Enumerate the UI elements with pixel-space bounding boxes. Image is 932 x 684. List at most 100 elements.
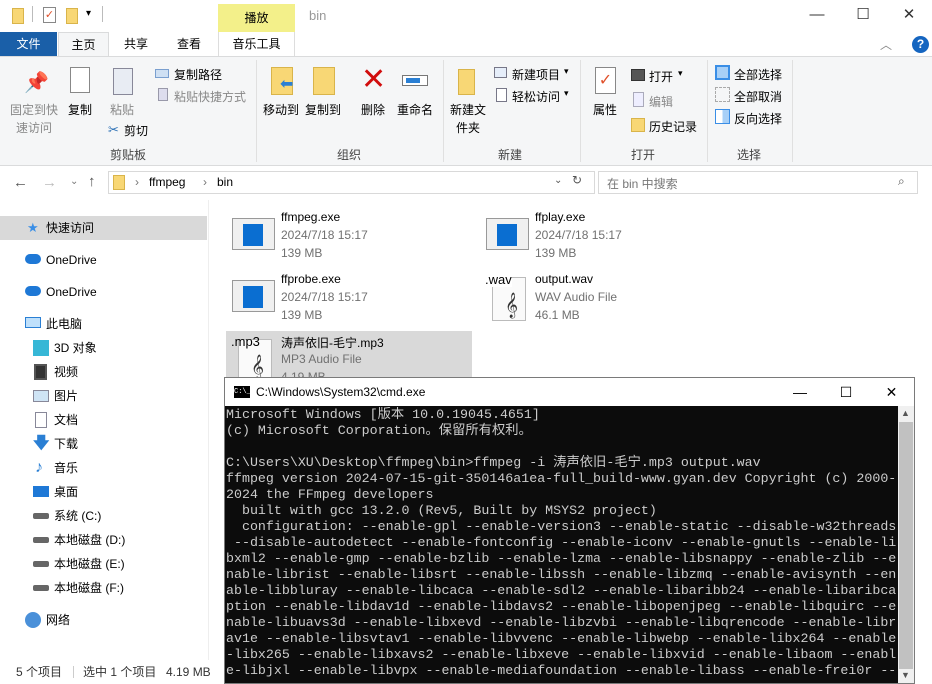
scrollbar-thumb[interactable]: [899, 422, 913, 669]
breadcrumb-bin[interactable]: bin: [217, 175, 233, 189]
console-line: (c) Microsoft Corporation。保留所有权利。: [226, 423, 898, 439]
cmd-maximize-button[interactable]: ☐: [823, 378, 869, 406]
pin-to-quick-access-button[interactable]: 固定到快速访问: [8, 101, 60, 137]
copy-button[interactable]: 复制: [68, 101, 92, 118]
file-item-ffplay[interactable]: ffplay.exe 2024/7/18 15:17 139 MB: [480, 207, 726, 267]
nav-desktop[interactable]: 桌面: [0, 480, 207, 504]
download-arrow-icon: 🡇: [33, 432, 49, 448]
new-item-button[interactable]: 新建项目: [512, 66, 560, 83]
delete-x-icon: ✕: [361, 62, 386, 97]
tab-music-tools[interactable]: 音乐工具: [218, 32, 295, 56]
search-icon: ⌕: [898, 174, 905, 189]
customize-toolbar-chevron-icon[interactable]: ▾: [86, 8, 91, 19]
up-button[interactable]: ↑: [88, 173, 96, 190]
close-button[interactable]: ✕: [886, 0, 932, 32]
open-button[interactable]: 打开: [649, 68, 673, 85]
cube-icon: [33, 340, 49, 356]
nav-pictures[interactable]: 图片: [0, 384, 207, 408]
select-none-button[interactable]: 全部取消: [734, 88, 782, 105]
nav-3d-objects[interactable]: 3D 对象: [0, 336, 207, 360]
properties-quick-icon[interactable]: ✓: [43, 7, 56, 23]
address-bar[interactable]: › ffmpeg › bin ⌄ ↻: [108, 171, 595, 194]
console-scrollbar[interactable]: ▲ ▼: [898, 406, 914, 683]
divider: [73, 666, 74, 678]
maximize-button[interactable]: ☐: [840, 0, 886, 32]
copy-path-button[interactable]: 复制路径: [174, 66, 222, 83]
forward-button[interactable]: →: [42, 174, 57, 191]
new-folder-quick-icon[interactable]: [66, 8, 78, 24]
nav-label: 系统 (C:): [54, 504, 101, 528]
refresh-icon[interactable]: ↻: [572, 173, 582, 187]
cut-button[interactable]: 剪切: [124, 122, 148, 139]
nav-label: 此电脑: [46, 312, 82, 336]
nav-onedrive[interactable]: OneDrive: [0, 280, 207, 304]
nav-drive-f[interactable]: 本地磁盘 (F:): [0, 576, 207, 600]
tab-view[interactable]: 查看: [164, 32, 214, 56]
nav-quick-access[interactable]: ★快速访问: [0, 216, 207, 240]
console-line: configuration: --enable-gpl --enable-ver…: [226, 519, 898, 535]
copy-icon: [70, 67, 90, 93]
file-name: ffmpeg.exe: [281, 210, 340, 224]
pane-divider[interactable]: [208, 200, 209, 660]
address-dropdown-icon[interactable]: ⌄: [554, 175, 562, 186]
help-icon[interactable]: ?: [912, 36, 929, 53]
paste-shortcut-button[interactable]: 粘贴快捷方式: [174, 88, 246, 105]
scroll-up-icon[interactable]: ▲: [901, 408, 910, 418]
group-label-clipboard: 剪贴板: [110, 146, 146, 163]
nav-documents[interactable]: 文档: [0, 408, 207, 432]
move-to-button[interactable]: 移动到: [263, 101, 299, 118]
new-item-icon: [494, 67, 507, 78]
open-icon: [631, 69, 645, 81]
rename-button[interactable]: 重命名: [397, 101, 433, 118]
minimize-button[interactable]: —: [794, 0, 840, 32]
search-input[interactable]: 在 bin 中搜索: [598, 171, 918, 194]
nav-drive-e[interactable]: 本地磁盘 (E:): [0, 552, 207, 576]
file-date: 2024/7/18 15:17: [281, 290, 368, 304]
file-item-ffmpeg[interactable]: ffmpeg.exe 2024/7/18 15:17 139 MB: [226, 207, 472, 267]
nav-label: 文档: [54, 408, 78, 432]
select-all-button[interactable]: 全部选择: [734, 66, 782, 83]
properties-button[interactable]: 属性: [593, 101, 617, 118]
easy-access-button[interactable]: 轻松访问: [512, 88, 560, 105]
console-line: nable-librist --enable-libsrt --enable-l…: [226, 567, 898, 583]
new-folder-button[interactable]: 新建文件夹: [450, 101, 486, 137]
copy-to-button[interactable]: 复制到: [305, 101, 341, 118]
nav-drive-d[interactable]: 本地磁盘 (D:): [0, 528, 207, 552]
new-folder-icon: [458, 69, 475, 95]
recent-locations-chevron-icon[interactable]: ⌄: [70, 176, 78, 187]
nav-onedrive[interactable]: OneDrive: [0, 248, 207, 272]
file-type: MP3 Audio File: [281, 352, 362, 366]
nav-network[interactable]: 网络: [0, 608, 207, 632]
cmd-window[interactable]: C:\_ C:\Windows\System32\cmd.exe — ☐ ✕ M…: [224, 377, 915, 684]
invert-selection-button[interactable]: 反向选择: [734, 110, 782, 127]
file-item-ffprobe[interactable]: ffprobe.exe 2024/7/18 15:17 139 MB: [226, 269, 472, 329]
nav-downloads[interactable]: 🡇下载: [0, 432, 207, 456]
cmd-icon: C:\_: [234, 386, 250, 398]
nav-drive-c[interactable]: 系统 (C:): [0, 504, 207, 528]
nav-this-pc[interactable]: 此电脑: [0, 312, 207, 336]
breadcrumb-ffmpeg[interactable]: ffmpeg: [149, 175, 185, 189]
edit-button[interactable]: 编辑: [649, 93, 673, 110]
tab-home[interactable]: 主页: [58, 32, 109, 57]
back-button[interactable]: ←: [13, 174, 28, 191]
cmd-minimize-button[interactable]: —: [777, 378, 823, 406]
tab-share[interactable]: 共享: [112, 32, 160, 56]
paste-button[interactable]: 粘贴: [110, 101, 134, 118]
group-label-organize: 组织: [337, 146, 361, 163]
computer-icon: [25, 317, 41, 328]
nav-music[interactable]: ♪音乐: [0, 456, 207, 480]
chevron-down-icon: ▾: [678, 68, 683, 79]
pin-icon: 📌: [24, 70, 49, 95]
history-button[interactable]: 历史记录: [649, 118, 697, 135]
console-output[interactable]: Microsoft Windows [版本 10.0.19045.4651](c…: [226, 407, 898, 679]
scroll-down-icon[interactable]: ▼: [901, 670, 910, 680]
file-item-output-wav[interactable]: 𝄞 .wav output.wav WAV Audio File 46.1 MB: [480, 269, 726, 329]
nav-label: 桌面: [54, 480, 78, 504]
nav-label: 3D 对象: [54, 336, 97, 360]
cmd-close-button[interactable]: ✕: [869, 378, 914, 406]
collapse-ribbon-icon[interactable]: ︿: [880, 36, 892, 53]
delete-button[interactable]: 删除: [361, 101, 385, 118]
nav-videos[interactable]: 视频: [0, 360, 207, 384]
console-line: -libx265 --enable-libxavs2 --enable-libx…: [226, 647, 898, 663]
cmd-title-bar[interactable]: C:\_ C:\Windows\System32\cmd.exe — ☐ ✕: [225, 378, 914, 406]
